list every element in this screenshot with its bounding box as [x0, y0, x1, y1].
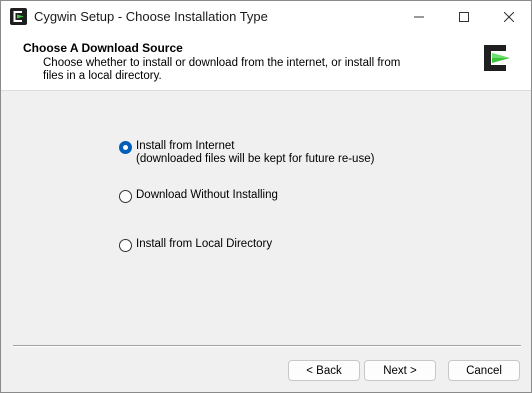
option-label: Install from Local Directory — [136, 238, 273, 250]
option-sublabel: (downloaded files will be kept for futur… — [136, 153, 375, 165]
page-description: Choose whether to install or download fr… — [43, 57, 401, 82]
minimize-icon — [413, 16, 424, 18]
radio-install-from-local-directory[interactable] — [119, 239, 132, 252]
back-button[interactable]: < Back — [288, 360, 360, 381]
maximize-icon — [458, 12, 469, 22]
close-icon — [503, 12, 514, 22]
divider — [13, 345, 521, 347]
option-label: Install from Internet — [136, 140, 235, 152]
option-label: Download Without Installing — [136, 189, 278, 201]
cancel-button[interactable]: Cancel — [448, 360, 520, 381]
next-button[interactable]: Next > — [364, 360, 436, 381]
option-install-from-internet[interactable]: Install from Internet (downloaded files … — [119, 140, 374, 166]
close-button[interactable] — [486, 1, 531, 33]
cygwin-app-icon — [10, 8, 27, 25]
title-bar[interactable]: Cygwin Setup - Choose Installation Type — [1, 1, 531, 33]
setup-window: Cygwin Setup - Choose Installation Type … — [0, 0, 532, 393]
cygwin-logo-icon — [479, 41, 513, 75]
window-title: Cygwin Setup - Choose Installation Type — [34, 9, 268, 24]
page-title: Choose A Download Source — [23, 41, 183, 55]
maximize-button[interactable] — [441, 1, 486, 33]
page-header: Choose A Download Source Choose whether … — [1, 33, 531, 91]
option-install-from-local-directory[interactable]: Install from Local Directory — [119, 238, 272, 252]
radio-install-from-internet[interactable] — [119, 141, 132, 154]
minimize-button[interactable] — [396, 1, 441, 33]
radio-download-without-installing[interactable] — [119, 190, 132, 203]
option-download-without-installing[interactable]: Download Without Installing — [119, 189, 278, 203]
